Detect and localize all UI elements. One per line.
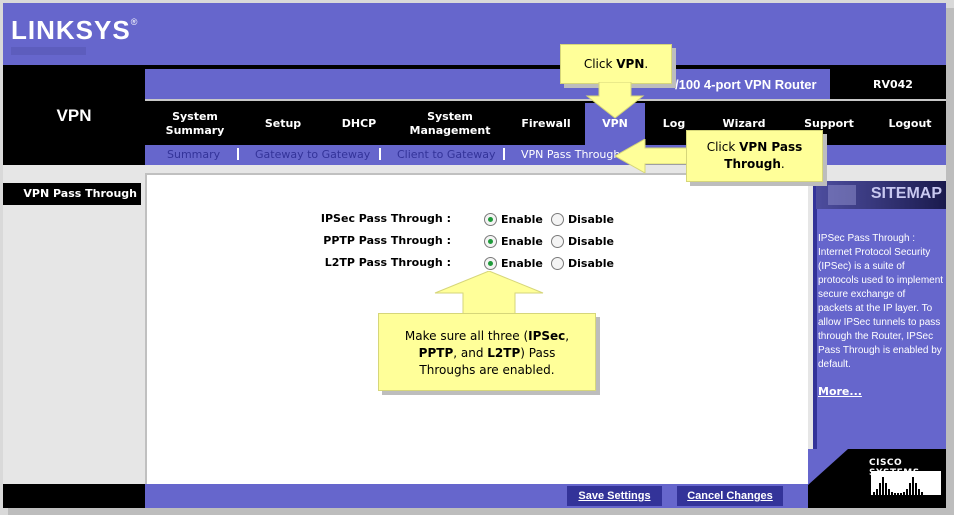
subtab-summary[interactable]: Summary — [167, 148, 220, 161]
arrow-up-icon — [434, 271, 544, 315]
cisco-corner — [808, 449, 848, 485]
callout-enable-all: Make sure all three (IPSec, PPTP, and L2… — [378, 313, 596, 391]
callout-bold-text: PPTP — [418, 346, 454, 360]
tab-setup[interactable]: Setup — [251, 103, 315, 145]
left-section-label: VPN Pass Through — [3, 183, 141, 205]
callout-click-vpn-pass-through: Click VPN Pass Through. — [686, 130, 823, 182]
setting-label: PPTP Pass Through : — [323, 234, 451, 247]
tab-firewall[interactable]: Firewall — [511, 103, 581, 145]
enable-label: Enable — [501, 257, 543, 270]
setting-row-ipsec: IPSec Pass Through : Enable Disable — [147, 212, 810, 232]
callout-bold-text: IPSec — [528, 329, 566, 343]
ipsec-disable-radio[interactable] — [551, 213, 564, 226]
l2tp-enable-radio[interactable] — [484, 257, 497, 270]
enable-label: Enable — [501, 213, 543, 226]
pptp-enable-radio[interactable] — [484, 235, 497, 248]
callout-click-vpn: Click VPN. — [560, 44, 672, 84]
disable-label: Disable — [568, 235, 614, 248]
router-page: LINKSYS® VPN /100 4-port VPN Router RV04… — [3, 3, 946, 508]
ipsec-enable-radio[interactable] — [484, 213, 497, 226]
tab-logout[interactable]: Logout — [877, 103, 943, 145]
callout-text: . — [780, 157, 785, 171]
callout-text: . — [644, 57, 649, 71]
more-link[interactable]: More... — [818, 385, 862, 398]
setting-label: IPSec Pass Through : — [320, 212, 451, 225]
main-tabs: System Summary Setup DHCP System Managem… — [145, 103, 946, 145]
subnav-separator — [237, 148, 239, 160]
l2tp-disable-radio[interactable] — [551, 257, 564, 270]
cisco-logo-icon — [871, 471, 941, 495]
puzzle-icon — [828, 185, 856, 205]
registered-mark: ® — [130, 17, 139, 27]
subtab-gateway-to-gateway[interactable]: Gateway to Gateway — [255, 148, 370, 161]
save-settings-button[interactable]: Save Settings — [567, 486, 662, 506]
sub-navigation: Summary Gateway to Gateway Client to Gat… — [145, 145, 946, 165]
callout-text: Make sure all three ( — [404, 329, 529, 343]
pptp-disable-radio[interactable] — [551, 235, 564, 248]
setting-row-pptp: PPTP Pass Through : Enable Disable — [147, 234, 810, 254]
subtab-vpn-pass-through[interactable]: VPN Pass Through — [521, 148, 620, 161]
subtab-client-to-gateway[interactable]: Client to Gateway — [397, 148, 495, 161]
logo-text: LINKSYS — [11, 15, 131, 45]
sitemap-header[interactable]: SITEMAP — [816, 181, 946, 209]
tab-system-management[interactable]: System Management — [395, 103, 505, 145]
cancel-changes-button[interactable]: Cancel Changes — [677, 486, 783, 506]
linksys-logo: LINKSYS® — [11, 15, 138, 46]
footer-left — [3, 484, 145, 508]
logo-underlay — [11, 47, 86, 55]
disable-label: Disable — [568, 257, 614, 270]
setting-label: L2TP Pass Through : — [324, 256, 451, 269]
enable-label: Enable — [501, 235, 543, 248]
callout-text: Click — [706, 140, 740, 154]
sitemap-label: SITEMAP — [870, 185, 942, 202]
callout-text: , — [565, 329, 570, 343]
tab-system-summary[interactable]: System Summary — [151, 103, 239, 145]
header-banner: LINKSYS® — [3, 3, 946, 65]
callout-bold-text: L2TP — [487, 346, 521, 360]
disable-label: Disable — [568, 213, 614, 226]
callout-text: Click — [583, 57, 617, 71]
arrow-down-icon — [585, 82, 645, 119]
model-title: /100 4-port VPN Router — [675, 77, 817, 92]
tab-dhcp[interactable]: DHCP — [329, 103, 389, 145]
page-shadow-right — [946, 8, 954, 515]
help-text: IPSec Pass Through : Internet Protocol S… — [818, 233, 944, 370]
arrow-left-icon — [615, 139, 691, 173]
callout-bold-text: VPN — [616, 57, 645, 71]
nav-divider — [145, 99, 946, 101]
callout-text: , and — [453, 346, 488, 360]
page-shadow-bottom — [8, 508, 954, 515]
model-code: RV042 — [873, 78, 913, 91]
subnav-separator — [379, 148, 381, 160]
section-title: VPN — [56, 106, 92, 125]
subnav-separator — [503, 148, 505, 160]
